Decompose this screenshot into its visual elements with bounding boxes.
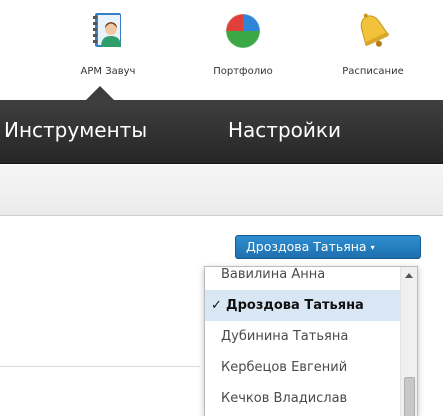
app-arm-zavuch[interactable]: АРМ Завуч — [53, 10, 163, 77]
dropdown-item[interactable]: Дубинина Татьяна — [205, 321, 401, 352]
dropdown-item-label: Вавилина Анна — [221, 267, 326, 282]
dropdown-items: Вавилина Анна ✓ Дроздова Татьяна Дубинина… — [205, 267, 401, 414]
app-portfolio-label: Портфолио — [213, 66, 273, 77]
dropdown-item[interactable]: Вавилина Анна — [205, 267, 401, 290]
app-launcher-bar: АРМ Завуч Портфолио Расписание — [0, 0, 443, 100]
nav-tools[interactable]: Инструменты — [4, 118, 147, 142]
dropdown-item-label: Кербецов Евгений — [221, 360, 348, 375]
scrollbar-thumb[interactable] — [404, 377, 415, 416]
dropdown-item-selected[interactable]: ✓ Дроздова Татьяна — [205, 290, 401, 321]
main-navbar: Инструменты Настройки — [0, 100, 443, 164]
dropdown-item-label: Дроздова Татьяна — [226, 298, 364, 313]
dropdown-item[interactable]: Кербецов Евгений — [205, 352, 401, 383]
dropdown-item[interactable]: Кечков Владислав — [205, 383, 401, 414]
divider — [0, 366, 200, 367]
user-dropdown-list[interactable]: Вавилина Анна ✓ Дроздова Татьяна Дубинина… — [204, 266, 418, 416]
nav-settings[interactable]: Настройки — [228, 118, 341, 142]
app-schedule[interactable]: Расписание — [318, 10, 428, 77]
user-select-button[interactable]: Дроздова Татьяна ▾ — [235, 235, 421, 259]
app-arm-label: АРМ Завуч — [80, 66, 136, 77]
teacher-workstation-icon — [93, 13, 121, 47]
portfolio-pie-icon — [225, 13, 261, 49]
chevron-down-icon: ▾ — [370, 243, 375, 252]
user-select-value: Дроздова Татьяна — [246, 239, 367, 254]
dropdown-scrollbar[interactable] — [400, 267, 417, 416]
app-schedule-label: Расписание — [342, 66, 404, 77]
dropdown-item-label: Кечков Владислав — [221, 391, 348, 406]
app-portfolio[interactable]: Портфолио — [188, 10, 298, 77]
checkmark-icon: ✓ — [211, 298, 222, 313]
active-app-pointer — [86, 86, 114, 100]
schedule-bell-icon — [360, 13, 389, 47]
toolbar-strip — [0, 165, 443, 216]
dropdown-item-label: Дубинина Татьяна — [221, 329, 349, 344]
scroll-up-arrow-icon[interactable] — [405, 273, 413, 278]
